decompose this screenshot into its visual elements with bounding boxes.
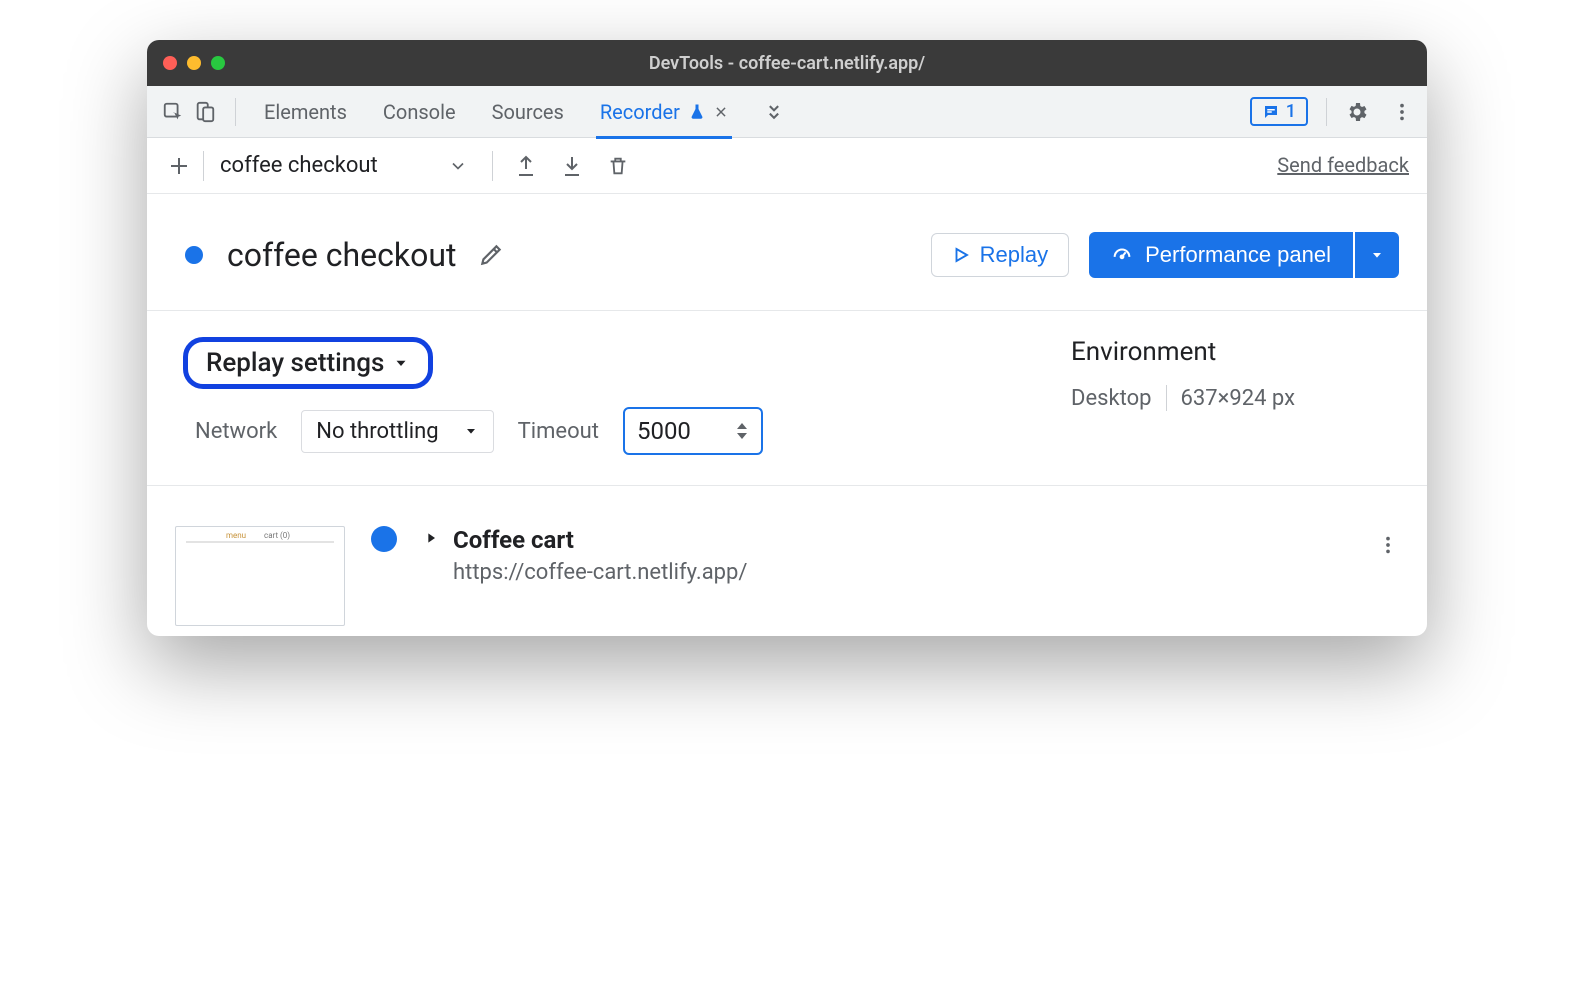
separator [235, 98, 236, 126]
issues-button[interactable]: 1 [1250, 97, 1308, 126]
environment-device: Desktop [1071, 386, 1152, 411]
performance-button-label: Performance panel [1145, 242, 1331, 268]
window-controls [163, 56, 225, 70]
step-options-icon[interactable] [1377, 534, 1399, 556]
performance-button-group: Performance panel [1089, 232, 1399, 278]
network-throttling-value: No throttling [316, 419, 438, 444]
recording-header: coffee checkout Replay Performance panel [147, 194, 1427, 311]
more-options-icon[interactable] [1391, 101, 1413, 123]
tab-sources[interactable]: Sources [492, 86, 564, 138]
delete-icon[interactable] [603, 151, 633, 181]
replay-settings-controls: Network No throttling Timeout 5000 [195, 407, 1031, 455]
close-tab-icon[interactable] [714, 105, 728, 119]
timeline-node-icon [371, 526, 397, 552]
step-url: https://coffee-cart.netlify.app/ [453, 560, 747, 585]
window-title: DevTools - coffee-cart.netlify.app/ [147, 53, 1427, 74]
minimize-window-button[interactable] [187, 56, 201, 70]
more-tabs-icon[interactable] [764, 102, 784, 122]
environment-dimensions: 637×924 px [1181, 386, 1296, 411]
tab-console[interactable]: Console [383, 86, 456, 138]
step-thumbnail[interactable]: menucart (0) [175, 526, 345, 626]
replay-button-label: Replay [980, 242, 1048, 268]
environment-title: Environment [1071, 337, 1391, 367]
steps-list: menucart (0) Coffee cart https://coffee-… [147, 486, 1427, 636]
performance-panel-button[interactable]: Performance panel [1089, 232, 1353, 278]
recording-title: coffee checkout [227, 236, 456, 274]
devtools-window: DevTools - coffee-cart.netlify.app/ Elem… [147, 40, 1427, 636]
separator [1326, 98, 1327, 126]
network-label: Network [195, 419, 277, 444]
separator [1166, 385, 1167, 411]
disclosure-triangle-icon[interactable] [423, 530, 439, 546]
zoom-window-button[interactable] [211, 56, 225, 70]
export-icon[interactable] [511, 151, 541, 181]
play-icon [952, 246, 970, 264]
flask-icon [688, 103, 706, 121]
settings-section: Replay settings Network No throttling Ti… [147, 311, 1427, 486]
devtools-tabstrip: Elements Console Sources Recorder 1 [147, 86, 1427, 138]
import-icon[interactable] [557, 151, 587, 181]
device-toolbar-icon[interactable] [193, 100, 217, 124]
tab-elements-label: Elements [264, 100, 347, 124]
chat-icon [1262, 103, 1280, 121]
step-row[interactable]: Coffee cart https://coffee-cart.netlify.… [423, 526, 747, 585]
tab-recorder-label: Recorder [600, 100, 680, 124]
recorder-toolbar: coffee checkout Send feedback [147, 138, 1427, 194]
timeout-input[interactable]: 5000 [623, 407, 763, 455]
recording-status-dot-icon [185, 246, 203, 264]
performance-dropdown-button[interactable] [1355, 232, 1399, 278]
replay-button[interactable]: Replay [931, 233, 1069, 277]
separator [492, 151, 493, 181]
replay-settings-label: Replay settings [206, 348, 384, 378]
inspect-element-icon[interactable] [161, 100, 185, 124]
timeout-value: 5000 [637, 417, 691, 445]
tab-elements[interactable]: Elements [264, 86, 347, 138]
settings-icon[interactable] [1345, 100, 1369, 124]
environment-value: Desktop 637×924 px [1071, 385, 1391, 411]
tab-console-label: Console [383, 100, 456, 124]
stepper-icon[interactable] [735, 420, 749, 442]
titlebar: DevTools - coffee-cart.netlify.app/ [147, 40, 1427, 86]
issues-count: 1 [1286, 101, 1296, 122]
timeout-label: Timeout [518, 419, 599, 444]
tab-sources-label: Sources [492, 100, 564, 124]
panel-tabs: Elements Console Sources Recorder [264, 86, 784, 138]
caret-down-icon [392, 354, 410, 372]
step-timeline [371, 526, 397, 552]
caret-down-icon [463, 423, 479, 439]
tab-recorder[interactable]: Recorder [600, 86, 728, 138]
send-feedback-link[interactable]: Send feedback [1277, 153, 1409, 177]
replay-settings-toggle[interactable]: Replay settings [183, 337, 433, 389]
network-throttling-select[interactable]: No throttling [301, 410, 493, 453]
environment-section: Environment Desktop 637×924 px [1071, 337, 1391, 455]
recording-select-label[interactable]: coffee checkout [220, 153, 378, 178]
edit-title-icon[interactable] [478, 242, 504, 268]
recording-select-chevron-icon[interactable] [448, 156, 468, 176]
close-window-button[interactable] [163, 56, 177, 70]
gauge-icon [1111, 244, 1133, 266]
separator [203, 151, 204, 181]
step-title: Coffee cart [453, 526, 747, 554]
new-recording-button[interactable] [165, 152, 193, 180]
